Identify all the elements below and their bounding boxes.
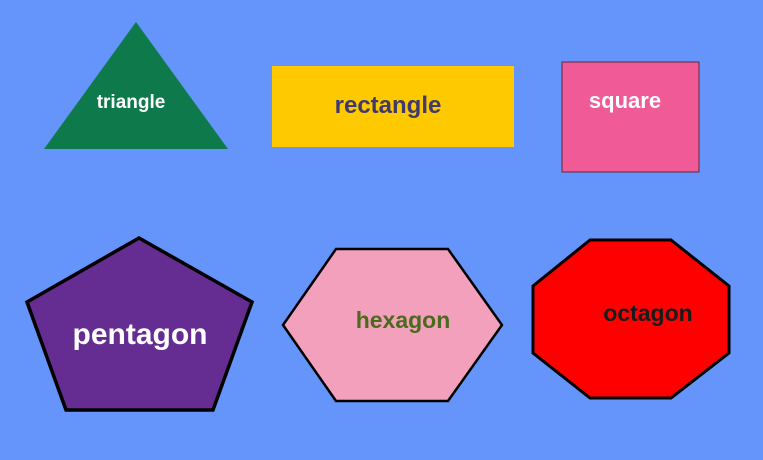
pentagon-group: pentagon: [24, 235, 255, 412]
square-shape: [561, 61, 700, 173]
shapes-canvas: triangle rectangle square pentagon hexag…: [0, 0, 763, 460]
triangle-label: triangle: [97, 92, 166, 113]
octagon-label: octagon: [603, 300, 692, 326]
hexagon-label: hexagon: [356, 307, 451, 333]
pentagon-label: pentagon: [73, 318, 208, 351]
square-group: square: [561, 61, 700, 173]
triangle-shape: [44, 22, 228, 149]
square-label: square: [589, 88, 661, 113]
rectangle-group: rectangle: [272, 66, 514, 147]
hexagon-group: hexagon: [281, 247, 504, 403]
triangle-group: triangle: [44, 22, 228, 149]
octagon-group: octagon: [531, 238, 731, 400]
rectangle-label: rectangle: [335, 92, 442, 119]
shapes-diagram: triangle rectangle square pentagon hexag…: [24, 22, 731, 412]
